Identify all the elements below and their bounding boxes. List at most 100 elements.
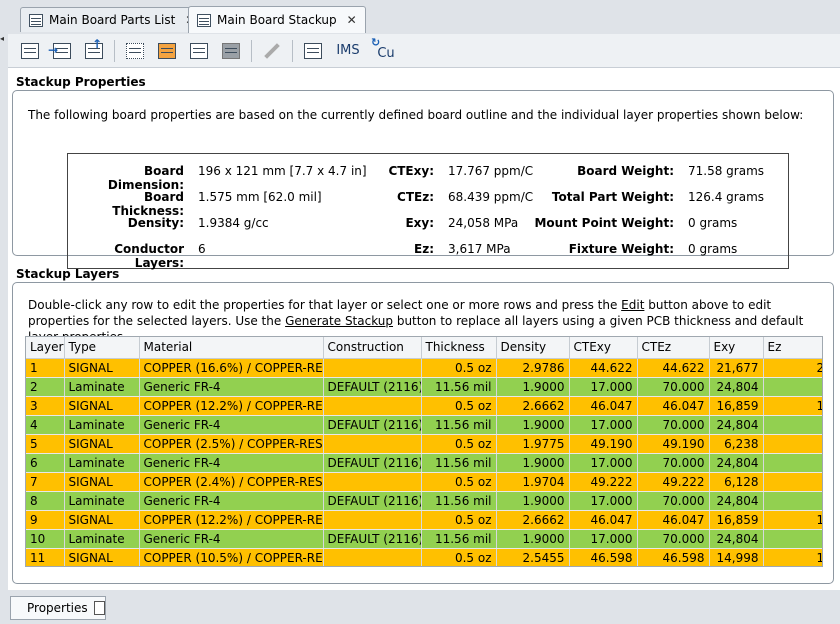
table-cell: COPPER (12.2%) / COPPER-RE... xyxy=(139,510,324,530)
export-layers-button[interactable]: ↑ xyxy=(82,37,106,63)
table-cell xyxy=(323,358,422,378)
copper-button[interactable]: ↻ Cu xyxy=(371,35,401,63)
table-cell: Laminate xyxy=(64,415,140,435)
table-cell: SIGNAL xyxy=(64,548,140,566)
table-cell: 1.9704 xyxy=(496,472,570,492)
column-header[interactable]: Thickness xyxy=(421,337,497,359)
table-cell: 5 xyxy=(26,434,65,454)
arrow-right-icon: → xyxy=(48,42,59,57)
delete-layer-button[interactable] xyxy=(219,39,243,63)
column-header[interactable]: Exy xyxy=(709,337,764,359)
table-cell: 2.9786 xyxy=(496,358,570,378)
layers-grid[interactable]: Layer Type Material Construction Thickne… xyxy=(25,336,823,567)
table-cell: 14,998 xyxy=(763,548,822,566)
properties-description: The following board properties are based… xyxy=(28,108,804,122)
table-cell: 1.9000 xyxy=(496,415,570,435)
gear-layers-icon xyxy=(21,42,39,59)
insert-layer-button[interactable] xyxy=(301,39,325,63)
table-cell: 17.000 xyxy=(569,453,638,473)
close-icon[interactable]: ✕ xyxy=(347,13,357,27)
edit-link[interactable]: Edit xyxy=(621,298,644,312)
select-rows-button[interactable] xyxy=(123,39,147,63)
table-cell: 17.000 xyxy=(569,377,638,397)
table-cell: 21,677 xyxy=(709,358,764,378)
column-header[interactable]: Ez xyxy=(763,337,822,359)
table-row[interactable]: 3 SIGNAL COPPER (12.2%) / COPPER-RE... 0.5 … xyxy=(26,396,822,416)
table-cell: 44.622 xyxy=(569,358,638,378)
table-cell: 70.000 xyxy=(637,529,710,549)
tab-label: Main Board Stackup xyxy=(217,13,337,27)
table-row[interactable]: 10 Laminate Generic FR-4 DEFAULT (2116) 11.5… xyxy=(26,529,822,549)
table-cell: 14,998 xyxy=(709,548,764,566)
column-header[interactable]: Construction xyxy=(323,337,422,359)
table-row[interactable]: 8 Laminate Generic FR-4 DEFAULT (2116) 11.56… xyxy=(26,491,822,511)
table-cell: 6,238 xyxy=(763,434,822,454)
generate-stackup-button[interactable] xyxy=(187,39,211,63)
layers-table-body: 1 SIGNAL COPPER (16.6%) / COPPER-RE... 0.5 … xyxy=(26,358,822,566)
table-cell xyxy=(323,434,422,454)
ctexy-value: 17.767 ppm/C xyxy=(448,164,534,178)
fixture-weight-value: 0 grams xyxy=(688,242,738,256)
table-cell: 16,859 xyxy=(763,396,822,416)
table-row[interactable]: 7 SIGNAL COPPER (2.4%) / COPPER-RESIN 0.5 o… xyxy=(26,472,822,492)
conductor-layers-value: 6 xyxy=(198,242,206,256)
table-cell: Laminate xyxy=(64,377,140,397)
table-cell: 24,804 xyxy=(709,529,764,549)
table-cell: SIGNAL xyxy=(64,434,140,454)
table-cell xyxy=(323,548,422,566)
table-cell xyxy=(323,396,422,416)
table-row[interactable]: 2 Laminate Generic FR-4 DEFAULT (2116) 11.56… xyxy=(26,377,822,397)
table-cell: 11.56 mil xyxy=(421,529,497,549)
board-dimension-label: Board Dimension: xyxy=(107,164,184,192)
table-row[interactable]: 9 SIGNAL COPPER (12.2%) / COPPER-RE... 0.5 … xyxy=(26,510,822,530)
table-row[interactable]: 11 SIGNAL COPPER (10.5%) / COPPER-RE... 0.5… xyxy=(26,548,822,566)
toolbar-separator xyxy=(251,39,252,62)
table-cell: 0.5 oz xyxy=(421,548,497,566)
tab-main-board-stackup[interactable]: Main Board Stackup ✕ xyxy=(188,6,366,33)
column-header[interactable]: Layer xyxy=(26,337,65,359)
table-cell: COPPER (16.6%) / COPPER-RE... xyxy=(139,358,324,378)
ctexy-label: CTExy: xyxy=(388,164,434,178)
table-row[interactable]: 5 SIGNAL COPPER (2.5%) / COPPER-RESIN 0.5 o… xyxy=(26,434,822,454)
desc-text: Double-click any row to edit the propert… xyxy=(28,298,622,312)
stackup-settings-button[interactable] xyxy=(18,39,42,63)
table-cell: SIGNAL xyxy=(64,510,140,530)
table-cell: 70.000 xyxy=(637,377,710,397)
exy-value: 24,058 MPa xyxy=(448,216,519,230)
table-row[interactable]: 1 SIGNAL COPPER (16.6%) / COPPER-RE... 0.5 … xyxy=(26,358,822,378)
editor-tab-bar: Main Board Parts List ✕ Main Board Stack… xyxy=(0,0,840,34)
column-header[interactable]: CTExy xyxy=(569,337,638,359)
table-cell: Generic FR-4 xyxy=(139,377,324,397)
properties-tab[interactable]: Properties xyxy=(10,596,106,620)
edit-button[interactable] xyxy=(155,39,179,63)
column-header[interactable]: Material xyxy=(139,337,324,359)
table-cell: 2.5455 xyxy=(496,548,570,566)
tab-main-board-parts-list[interactable]: Main Board Parts List ✕ xyxy=(20,7,205,32)
pencil-button[interactable] xyxy=(260,39,284,63)
column-header[interactable]: Type xyxy=(64,337,140,359)
column-header[interactable]: Density xyxy=(496,337,570,359)
ims-button[interactable]: IMS xyxy=(333,39,363,63)
board-thickness-label: Board Thickness: xyxy=(112,190,184,218)
table-cell: COPPER (2.4%) / COPPER-RESIN xyxy=(139,472,324,492)
generate-stackup-link[interactable]: Generate Stackup xyxy=(285,314,393,328)
table-cell: 0.5 oz xyxy=(421,510,497,530)
toolbar: → ↑ IMS ↻ Cu xyxy=(8,34,840,68)
table-cell: 17.000 xyxy=(569,529,638,549)
column-header[interactable]: CTEz xyxy=(637,337,710,359)
conductor-layers-label: Conductor Layers: xyxy=(114,242,184,270)
density-label: Density: xyxy=(127,216,184,230)
section-title-stackup-layers: Stackup Layers xyxy=(16,267,120,281)
table-cell: 49.222 xyxy=(569,472,638,492)
table-cell: 16,859 xyxy=(709,396,764,416)
delete-icon xyxy=(222,42,240,59)
table-cell: 2.6662 xyxy=(496,396,570,416)
table-row[interactable]: 6 Laminate Generic FR-4 DEFAULT (2116) 11.56… xyxy=(26,453,822,473)
table-row[interactable]: 4 Laminate Generic FR-4 DEFAULT (2116) 11.56… xyxy=(26,415,822,435)
table-cell: 6 xyxy=(26,453,65,473)
refresh-icon: ↻ xyxy=(371,35,381,49)
collapse-arrow-icon[interactable]: ◂ xyxy=(0,34,8,43)
select-icon xyxy=(126,42,144,59)
import-layers-button[interactable]: → xyxy=(48,39,74,63)
table-cell: 6,128 xyxy=(763,472,822,492)
